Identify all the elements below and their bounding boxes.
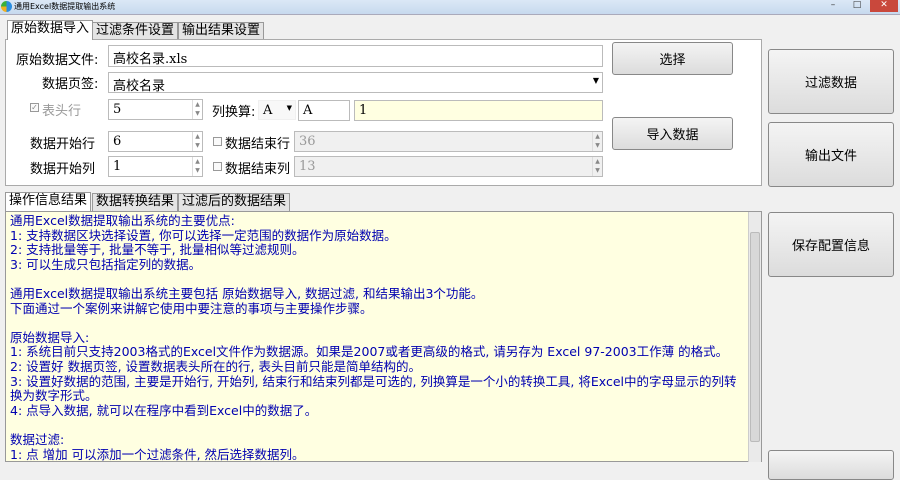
scrollbar-thumb[interactable] <box>750 232 760 442</box>
info-line: 4: 点导入数据, 就可以在程序中看到Excel中的数据了。 <box>10 402 318 418</box>
tab-output[interactable]: 输出结果设置 <box>178 22 265 40</box>
end-col-label: 数据结束列 <box>225 162 291 177</box>
tab-filter[interactable]: 过滤条件设置 <box>92 22 179 40</box>
col-letter-input[interactable]: A <box>298 100 350 121</box>
col-convert-label: 列换算: <box>212 105 256 120</box>
start-col-spinner[interactable]: 1 ▲ ▼ <box>108 156 203 177</box>
info-line: 数据过滤: <box>10 431 65 447</box>
end-row-spinner[interactable]: 36 ▲ ▼ <box>294 131 603 152</box>
header-checkbox[interactable]: ✓ <box>30 103 39 112</box>
header-label: 表头行 <box>42 104 82 119</box>
output-file-button[interactable]: 输出文件 <box>768 122 894 187</box>
end-col-spinner[interactable]: 13 ▲ ▼ <box>294 156 603 177</box>
spin-arrows-icon[interactable]: ▲ ▼ <box>192 132 202 151</box>
info-line: 1: 点 增加 可以添加一个过滤条件, 然后选择数据列。 <box>10 446 305 462</box>
tab-import[interactable]: 原始数据导入 <box>7 20 94 40</box>
extra-button[interactable] <box>768 450 894 480</box>
end-col-checkbox[interactable] <box>213 162 222 171</box>
spin-arrows-icon[interactable]: ▲ ▼ <box>192 100 202 119</box>
start-col-label: 数据开始列 <box>30 162 96 177</box>
info-line: 2: 支持批量等于, 批量不等于, 批量相似等过滤规则。 <box>10 242 305 258</box>
info-textarea[interactable]: 通用Excel数据提取输出系统的主要优点: 1: 支持数据区块选择设置, 你可以选… <box>5 211 762 462</box>
tab-filtered-result[interactable]: 过滤后的数据结果 <box>178 193 291 211</box>
tab-conversion-result[interactable]: 数据转换结果 <box>92 193 179 211</box>
app-icon <box>1 1 12 12</box>
col-number-output: 1 <box>354 100 603 121</box>
info-line: 3: 设置好数据的范围, 主要是开始行, 开始列, 结束行和结束列都是可选的, … <box>10 373 737 404</box>
minimize-button[interactable]: – <box>822 0 844 12</box>
filter-data-button[interactable]: 过滤数据 <box>768 49 894 114</box>
info-line: 2: 设置好 数据页签, 设置数据表头所在的行, 表头目前只能是简单结构的。 <box>10 358 422 374</box>
info-line <box>10 316 745 331</box>
end-row-label: 数据结束行 <box>225 137 291 152</box>
chevron-down-icon: ▼ <box>592 76 599 85</box>
col-letter-value: A <box>263 103 273 118</box>
end-col-value: 13 <box>299 159 316 174</box>
scrollbar[interactable] <box>748 212 761 462</box>
info-line: 原始数据导入: <box>10 329 90 345</box>
sheet-select[interactable]: 高校名录 ▼ <box>108 72 603 93</box>
start-row-spinner[interactable]: 6 ▲ ▼ <box>108 131 203 152</box>
end-row-value: 36 <box>299 134 316 149</box>
info-line <box>10 418 745 433</box>
info-line: 1: 支持数据区块选择设置, 你可以选择一定范围的数据作为原始数据。 <box>10 227 397 243</box>
select-file-button[interactable]: 选择 <box>612 42 733 75</box>
import-data-button[interactable]: 导入数据 <box>612 117 733 150</box>
info-line: 1: 系统目前只支持2003格式的Excel文件作为数据源。如果是2007或者更… <box>10 344 729 360</box>
spin-arrows-icon[interactable]: ▲ ▼ <box>592 157 602 176</box>
tab-operation-info[interactable]: 操作信息结果 <box>5 192 92 211</box>
spin-arrows-icon[interactable]: ▲ ▼ <box>192 157 202 176</box>
spin-arrows-icon[interactable]: ▲ ▼ <box>592 132 602 151</box>
save-config-button[interactable]: 保存配置信息 <box>768 212 894 277</box>
start-col-value: 1 <box>113 159 122 174</box>
start-row-value: 6 <box>113 134 122 149</box>
info-line <box>10 272 745 287</box>
file-label: 原始数据文件: <box>16 53 99 68</box>
col-letter-combo[interactable]: A ▼ <box>258 100 296 120</box>
sheet-label: 数据页签: <box>42 77 99 92</box>
info-line: 下面通过一个案例来讲解它使用中要注意的事项与主要操作步骤。 <box>10 300 373 316</box>
start-row-label: 数据开始行 <box>30 137 96 152</box>
header-row-spinner[interactable]: 5 ▲ ▼ <box>108 99 203 120</box>
window-title: 通用Excel数据提取输出系统 <box>14 2 116 11</box>
info-line: 3: 可以生成只包括指定列的数据。 <box>10 256 202 272</box>
info-line: 通用Excel数据提取输出系统主要包括 原始数据导入, 数据过滤, 和结果输出3… <box>10 285 484 301</box>
file-input[interactable]: 高校名录.xls <box>108 45 603 67</box>
end-row-checkbox[interactable] <box>213 137 222 146</box>
maximize-button[interactable]: □ <box>846 0 868 12</box>
info-line: 通用Excel数据提取输出系统的主要优点: <box>10 213 235 228</box>
close-button[interactable]: ✕ <box>870 0 898 12</box>
sheet-value: 高校名录 <box>113 79 166 93</box>
title-bar: 通用Excel数据提取输出系统 – □ ✕ <box>0 0 900 15</box>
header-row-value: 5 <box>113 102 122 117</box>
chevron-down-icon: ▼ <box>286 104 292 112</box>
